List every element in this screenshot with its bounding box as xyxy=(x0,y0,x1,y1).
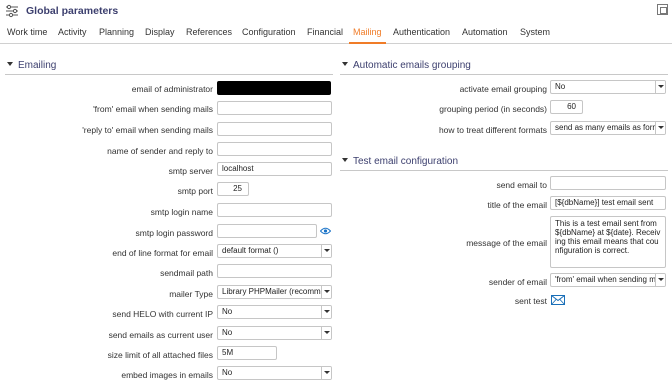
activate-grouping-select[interactable]: No xyxy=(550,80,666,94)
dropdown-arrow-icon xyxy=(321,286,331,298)
page-title: Global parameters xyxy=(26,5,119,17)
settings-sliders-icon xyxy=(6,4,18,18)
dropdown-arrow-icon xyxy=(321,367,331,379)
label-formats: how to treat different formats xyxy=(438,125,547,135)
embed-images-select[interactable]: No xyxy=(217,366,332,380)
size-limit-field[interactable]: 5M xyxy=(217,346,277,360)
collapse-triangle-icon xyxy=(7,62,13,67)
tab-financial[interactable]: Financial xyxy=(307,27,343,37)
tab-display[interactable]: Display xyxy=(145,27,175,37)
formats-select[interactable]: send as many emails as formats xyxy=(550,121,666,135)
tab-system[interactable]: System xyxy=(520,27,550,37)
maximize-icon[interactable] xyxy=(657,4,668,15)
section-test-header[interactable]: Test email configuration xyxy=(342,156,458,168)
send-test-mail-icon[interactable] xyxy=(551,295,565,305)
show-password-eye-icon[interactable] xyxy=(320,227,331,235)
label-embed-images: embed images in emails xyxy=(121,370,213,380)
sender-name-field[interactable] xyxy=(217,142,332,156)
smtp-password-field[interactable] xyxy=(217,224,317,238)
section-title: Test email configuration xyxy=(353,156,459,167)
label-sent-test: sent test xyxy=(514,296,547,306)
active-tab-indicator xyxy=(349,42,386,44)
divider xyxy=(5,74,333,75)
sender-value: 'from' email when sending mails xyxy=(555,275,661,284)
message-textarea[interactable]: This is a test email sent from ${dbName}… xyxy=(550,216,666,268)
dropdown-arrow-icon xyxy=(321,245,331,257)
label-sender: sender of email xyxy=(488,277,547,287)
title-bar: Global parameters xyxy=(0,0,672,22)
sendmail-path-field[interactable] xyxy=(217,264,332,278)
tab-references[interactable]: References xyxy=(186,27,232,37)
admin-email-field[interactable] xyxy=(217,81,331,95)
label-sendmail-path: sendmail path xyxy=(160,268,213,278)
tab-authentication[interactable]: Authentication xyxy=(393,27,450,37)
label-smtp-login: smtp login name xyxy=(150,207,213,217)
label-reply-to: 'reply to' email when sending mails xyxy=(82,125,213,135)
collapse-triangle-icon xyxy=(342,62,348,67)
helo-ip-value: No xyxy=(222,307,233,316)
dropdown-arrow-icon xyxy=(655,81,665,93)
label-from-email: 'from' email when sending mails xyxy=(93,104,213,114)
formats-value: send as many emails as formats xyxy=(555,123,661,132)
sender-select[interactable]: 'from' email when sending mails xyxy=(550,273,666,287)
current-user-select[interactable]: No xyxy=(217,326,332,340)
section-emailing-header[interactable]: Emailing xyxy=(7,60,56,72)
dropdown-arrow-icon xyxy=(655,122,665,134)
divider xyxy=(340,74,668,75)
current-user-value: No xyxy=(222,328,233,337)
from-email-field[interactable] xyxy=(217,101,332,115)
eol-format-value: default format () xyxy=(222,246,279,255)
tab-work-time[interactable]: Work time xyxy=(7,27,47,37)
section-grouping-header[interactable]: Automatic emails grouping xyxy=(342,60,471,72)
label-size-limit: size limit of all attached files xyxy=(107,350,213,360)
collapse-triangle-icon xyxy=(342,158,348,163)
label-eol-format: end of line format for email xyxy=(112,248,213,258)
label-smtp-port: smtp port xyxy=(177,186,213,196)
tab-automation[interactable]: Automation xyxy=(462,27,508,37)
reply-to-field[interactable] xyxy=(217,122,332,136)
tab-configuration[interactable]: Configuration xyxy=(242,27,296,37)
label-admin-email: email of administrator xyxy=(131,84,213,94)
send-to-field[interactable] xyxy=(550,176,666,190)
grouping-period-field[interactable]: 60 xyxy=(550,100,583,114)
label-message: message of the email xyxy=(466,238,547,248)
mailer-type-select[interactable]: Library PHPMailer (recommended) xyxy=(217,285,332,299)
label-send-to: send email to xyxy=(496,180,547,190)
section-title: Emailing xyxy=(18,60,57,71)
tab-planning[interactable]: Planning xyxy=(99,27,134,37)
tab-bar: Work time Activity Planning Display Refe… xyxy=(0,22,672,44)
divider xyxy=(340,170,668,171)
dropdown-arrow-icon xyxy=(321,327,331,339)
dropdown-arrow-icon xyxy=(321,306,331,318)
label-sender-name: name of sender and reply to xyxy=(107,146,213,156)
label-activate-grouping: activate email grouping xyxy=(459,84,547,94)
eol-format-select[interactable]: default format () xyxy=(217,244,332,258)
helo-ip-select[interactable]: No xyxy=(217,305,332,319)
section-title: Automatic emails grouping xyxy=(353,60,471,71)
label-smtp-server: smtp server xyxy=(168,166,213,176)
smtp-login-field[interactable] xyxy=(217,203,332,217)
embed-images-value: No xyxy=(222,368,233,377)
label-current-user: send emails as current user xyxy=(108,330,213,340)
label-mailer-type: mailer Type xyxy=(169,289,213,299)
dropdown-arrow-icon xyxy=(655,274,665,286)
tab-mailing[interactable]: Mailing xyxy=(353,27,382,37)
activate-grouping-value: No xyxy=(555,82,566,91)
email-title-field[interactable]: [${dbName}] test email sent xyxy=(550,196,666,210)
label-helo-ip: send HELO with current IP xyxy=(112,309,213,319)
mailer-type-value: Library PHPMailer (recommended) xyxy=(222,287,327,296)
label-email-title: title of the email xyxy=(487,200,547,210)
smtp-server-field[interactable]: localhost xyxy=(217,162,332,176)
label-smtp-password: smtp login password xyxy=(135,228,213,238)
smtp-port-field[interactable]: 25 xyxy=(217,182,249,196)
tab-activity[interactable]: Activity xyxy=(58,27,87,37)
label-grouping-period: grouping period (in seconds) xyxy=(439,104,547,114)
